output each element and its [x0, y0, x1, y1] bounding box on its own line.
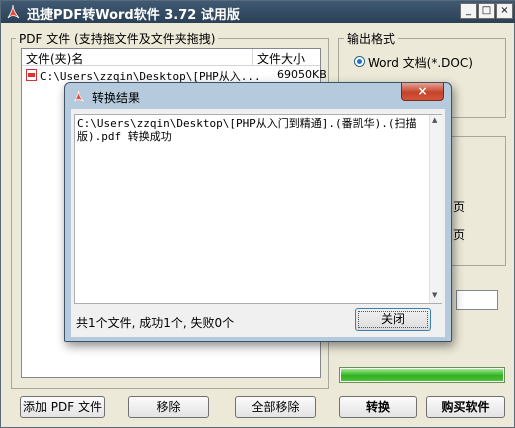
add-pdf-button[interactable]: 添加 PDF 文件: [20, 396, 105, 418]
pdf-file-icon: [26, 69, 37, 81]
minimize-button[interactable]: _: [460, 3, 477, 19]
options-text-2: 页: [453, 228, 466, 242]
progress-bar: [339, 367, 505, 383]
file-list-header: 文件(夹)名 文件大小: [22, 49, 320, 66]
result-dialog: 转换结果 × C:\Users\zzqin\Desktop\[PHP从入门到精通…: [64, 82, 452, 342]
vertical-scrollbar[interactable]: ▲ ▼: [429, 115, 442, 303]
file-group-legend: PDF 文件 (支持拖文件及文件夹拖拽): [16, 30, 219, 47]
column-divider[interactable]: [252, 49, 253, 66]
file-size: 69050KB: [277, 68, 327, 81]
scroll-down-icon[interactable]: ▼: [432, 291, 437, 299]
buy-button[interactable]: 购买软件: [426, 396, 505, 418]
column-header-size[interactable]: 文件大小: [257, 50, 305, 67]
word-format-label[interactable]: Word 文档(*.DOC): [368, 54, 473, 71]
dialog-title: 转换结果: [92, 91, 141, 105]
file-row[interactable]: C:\Users\zzqin\Desktop\[PHP从入... 69050KB: [22, 67, 327, 83]
dialog-close-button[interactable]: 关闭: [355, 308, 431, 331]
options-text-1: 页: [453, 200, 466, 214]
window-title: 迅捷PDF转Word软件 3.72 试用版: [27, 8, 240, 23]
output-path-input[interactable]: [456, 290, 498, 310]
column-header-name[interactable]: 文件(夹)名: [26, 50, 83, 67]
dialog-status: 共1个文件, 成功1个, 失败0个: [76, 316, 235, 330]
dialog-close-x-button[interactable]: ×: [401, 83, 444, 101]
remove-button[interactable]: 移除: [128, 396, 209, 418]
word-format-radio[interactable]: [354, 56, 365, 67]
convert-button[interactable]: 转换: [339, 396, 417, 418]
scroll-up-icon[interactable]: ▲: [432, 116, 437, 124]
maximize-button[interactable]: □: [478, 3, 495, 19]
close-button[interactable]: ×: [496, 3, 513, 19]
progress-fill: [341, 369, 503, 381]
result-message: C:\Users\zzqin\Desktop\[PHP从入门到精通].(番凯华)…: [77, 117, 417, 143]
dialog-body: C:\Users\zzqin\Desktop\[PHP从入门到精通].(番凯华)…: [71, 109, 445, 337]
pdf-app-icon: [74, 90, 84, 102]
title-bar[interactable]: 迅捷PDF转Word软件 3.72 试用版 _ □ ×: [1, 1, 515, 23]
result-textbox[interactable]: C:\Users\zzqin\Desktop\[PHP从入门到精通].(番凯华)…: [74, 114, 442, 304]
remove-all-button[interactable]: 全部移除: [235, 396, 316, 418]
pdf-app-icon: [7, 4, 20, 19]
output-format-legend: 输出格式: [344, 30, 399, 47]
